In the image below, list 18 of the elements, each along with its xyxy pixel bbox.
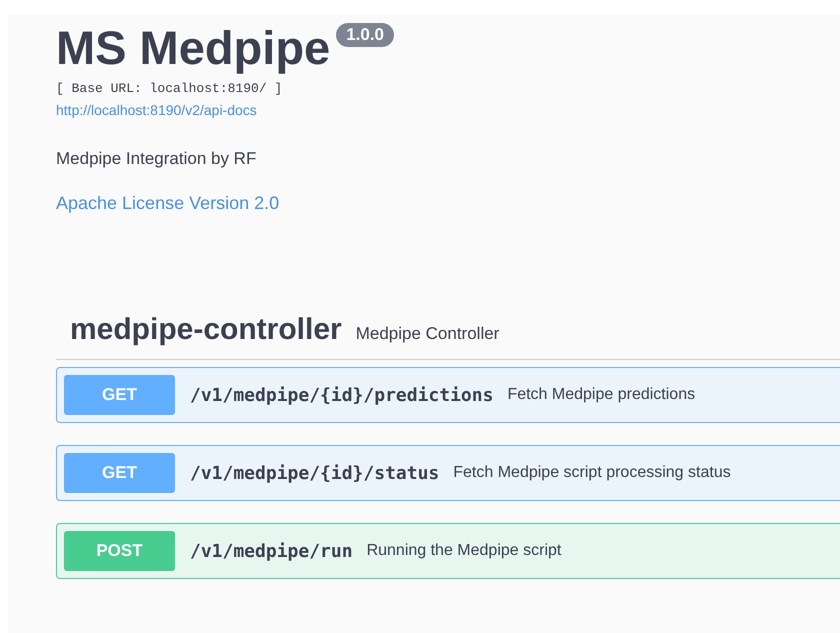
- api-description: Medpipe Integration by RF: [56, 148, 258, 170]
- base-url: [ Base URL: localhost:8190/ ]: [56, 81, 284, 98]
- method-badge: POST: [64, 531, 175, 571]
- operation-row[interactable]: GET /v1/medpipe/{id}/predictions Fetch Medpipe predictions: [56, 367, 840, 423]
- endpoint-summary: Fetch Medpipe predictions: [507, 386, 696, 404]
- version-badge: 1.0.0: [336, 23, 394, 47]
- method-badge: GET: [64, 375, 175, 415]
- api-title: MS Medpipe: [56, 20, 330, 76]
- operation-row[interactable]: GET /v1/medpipe/{id}/status Fetch Medpipe script processing status: [56, 445, 840, 501]
- tag-description: Medpipe Controller: [356, 324, 500, 344]
- endpoint-summary: Fetch Medpipe script processing status: [453, 464, 731, 482]
- endpoint-path: /v1/medpipe/run: [190, 540, 353, 562]
- endpoint-summary: Running the Medpipe script: [366, 542, 562, 560]
- endpoint-path: /v1/medpipe/{id}/predictions: [190, 384, 494, 406]
- operation-row[interactable]: POST /v1/medpipe/run Running the Medpipe script: [56, 523, 840, 579]
- tag-heading[interactable]: medpipe-controller: [70, 313, 342, 347]
- endpoint-path: /v1/medpipe/{id}/status: [190, 462, 440, 484]
- method-badge: GET: [64, 453, 175, 493]
